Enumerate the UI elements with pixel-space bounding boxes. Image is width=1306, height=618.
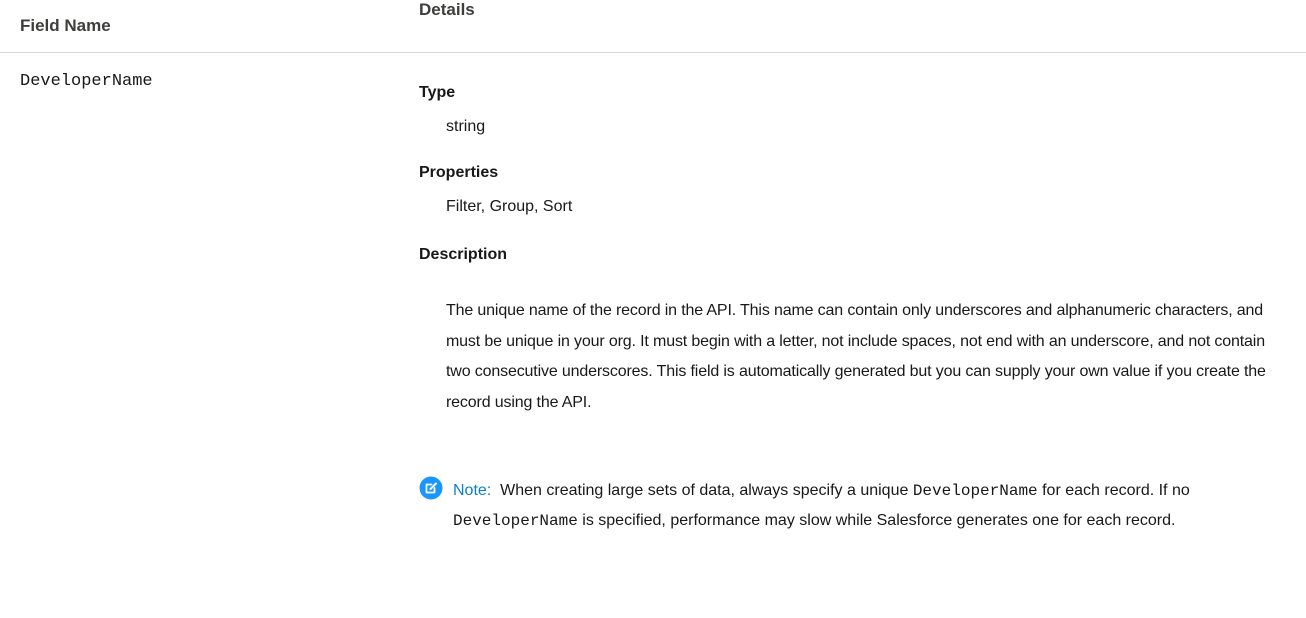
type-value: string	[446, 118, 486, 135]
properties-label: Properties	[419, 164, 499, 181]
column-header-details: Details	[419, 0, 475, 19]
description-text: The unique name of the record in the API…	[446, 302, 1266, 411]
note-code-developername-2: DeveloperName	[453, 512, 578, 530]
properties-value: Filter, Group, Sort	[446, 198, 573, 215]
note-text-part-1: When creating large sets of data, always…	[500, 482, 909, 499]
table-header-row: Field Name Details	[0, 0, 1306, 53]
column-header-field-name: Field Name	[20, 16, 111, 35]
type-label: Type	[419, 84, 456, 101]
note-code-developername-1: DeveloperName	[912, 482, 1038, 500]
field-name-cell: DeveloperName	[20, 72, 153, 91]
note-text: Note: When creating large sets of data, …	[453, 476, 1233, 536]
note-text-part-2: for each record. If no	[1042, 482, 1190, 499]
note-label: Note:	[453, 482, 492, 499]
note-text-part-3: is specified, performance may slow while…	[582, 512, 1176, 529]
note-edit-icon	[419, 476, 443, 500]
note-callout: Note: When creating large sets of data, …	[419, 476, 1279, 616]
description-label: Description	[419, 246, 508, 263]
